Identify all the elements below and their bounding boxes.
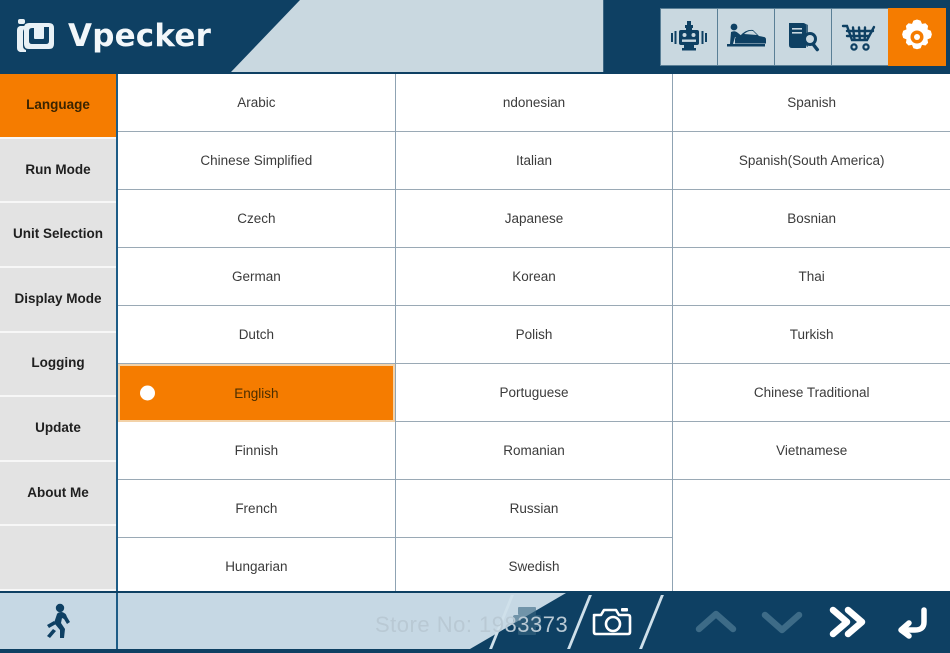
brand-logo[interactable]: Vpecker bbox=[16, 12, 211, 60]
sidebar-item-empty bbox=[0, 526, 116, 591]
language-column-3: Spanish Spanish(South America) Bosnian T… bbox=[673, 74, 950, 591]
language-option[interactable]: Polish bbox=[395, 306, 673, 364]
language-option[interactable]: Swedish bbox=[395, 538, 673, 596]
language-column-1: Arabic Chinese Simplified Czech German D… bbox=[118, 74, 396, 596]
language-option[interactable]: Czech bbox=[118, 190, 395, 248]
language-option[interactable]: Italian bbox=[395, 132, 673, 190]
language-column-2: ndonesian Italian Japanese Korean Polish… bbox=[395, 74, 674, 596]
language-option[interactable]: Portuguese bbox=[395, 364, 673, 422]
chevron-down-icon[interactable] bbox=[756, 599, 808, 645]
shopping-cart-icon[interactable] bbox=[831, 8, 889, 66]
language-option[interactable]: Hungarian bbox=[118, 538, 395, 596]
language-option[interactable]: Bosnian bbox=[673, 190, 950, 248]
settings-body: Language Run Mode Unit Selection Display… bbox=[0, 72, 950, 596]
sidebar-item-language[interactable]: Language bbox=[0, 74, 116, 139]
language-option[interactable]: Japanese bbox=[395, 190, 673, 248]
language-grid: Arabic Chinese Simplified Czech German D… bbox=[118, 74, 950, 596]
running-person-icon[interactable] bbox=[0, 593, 118, 649]
settings-gear-icon[interactable] bbox=[888, 8, 946, 66]
vpecker-settings-window: Vpecker Language Run Mode Unit Selection… bbox=[0, 0, 950, 653]
language-option[interactable]: French bbox=[118, 480, 395, 538]
language-option[interactable]: Romanian bbox=[395, 422, 673, 480]
sidebar-item-run-mode[interactable]: Run Mode bbox=[0, 138, 116, 204]
language-option[interactable]: Chinese Traditional bbox=[673, 364, 950, 422]
header-icon-bar bbox=[660, 8, 946, 66]
id-logo-icon bbox=[16, 17, 58, 55]
sidebar-item-update[interactable]: Update bbox=[0, 397, 116, 462]
sidebar-item-logging[interactable]: Logging bbox=[0, 332, 116, 398]
sidebar-item-unit-selection[interactable]: Unit Selection bbox=[0, 203, 116, 268]
language-option[interactable]: Arabic bbox=[118, 74, 395, 132]
camera-icon[interactable] bbox=[588, 601, 638, 643]
language-option[interactable]: German bbox=[118, 248, 395, 306]
language-option[interactable]: Dutch bbox=[118, 306, 395, 364]
language-option[interactable]: Vietnamese bbox=[673, 422, 950, 480]
language-option[interactable]: Thai bbox=[673, 248, 950, 306]
sidebar-item-display-mode[interactable]: Display Mode bbox=[0, 267, 116, 333]
double-chevron-right-icon[interactable] bbox=[822, 599, 874, 645]
app-footer bbox=[0, 591, 950, 653]
app-header: Vpecker bbox=[0, 0, 950, 72]
radio-selected-icon bbox=[140, 385, 155, 401]
car-repair-icon[interactable] bbox=[717, 8, 775, 66]
language-option[interactable]: Spanish bbox=[673, 74, 950, 132]
manual-search-icon[interactable] bbox=[774, 8, 832, 66]
brand-name: Vpecker bbox=[68, 18, 212, 54]
language-column-filler bbox=[673, 480, 950, 591]
language-option[interactable]: Spanish(South America) bbox=[673, 132, 950, 190]
settings-sidebar: Language Run Mode Unit Selection Display… bbox=[0, 74, 118, 591]
language-option-selected[interactable]: English bbox=[118, 364, 395, 422]
printer-icon[interactable] bbox=[505, 601, 549, 641]
language-option[interactable]: Chinese Simplified bbox=[118, 132, 395, 190]
language-option[interactable]: Korean bbox=[395, 248, 673, 306]
footer-nav-buttons bbox=[690, 597, 940, 647]
diagnostic-tool-icon[interactable] bbox=[660, 8, 718, 66]
language-option[interactable]: ndonesian bbox=[395, 74, 673, 132]
language-option-label: English bbox=[234, 385, 279, 401]
chevron-up-icon[interactable] bbox=[690, 599, 742, 645]
language-option[interactable]: Finnish bbox=[118, 422, 395, 480]
language-option[interactable]: Turkish bbox=[673, 306, 950, 364]
back-arrow-icon[interactable] bbox=[888, 599, 940, 645]
language-option[interactable]: Russian bbox=[395, 480, 673, 538]
sidebar-item-about-me[interactable]: About Me bbox=[0, 461, 116, 527]
